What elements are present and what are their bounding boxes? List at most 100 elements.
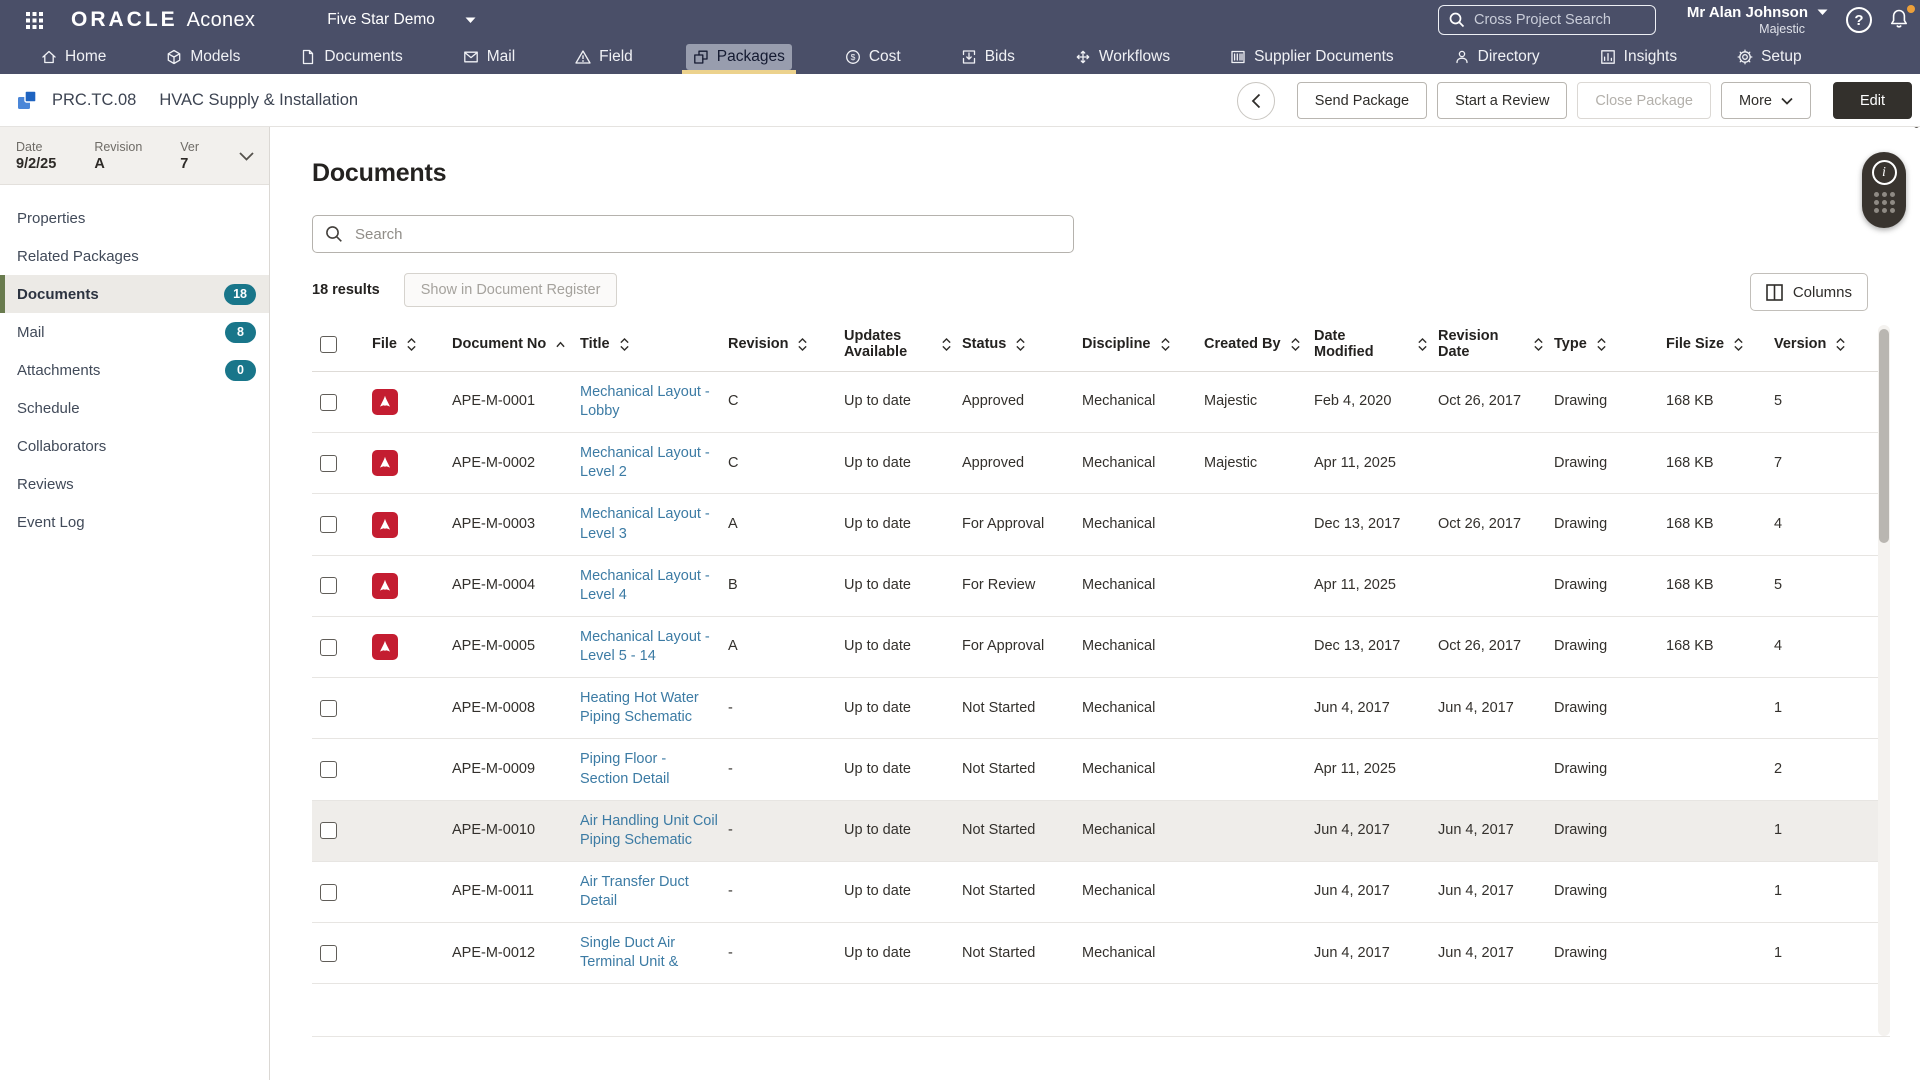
table-row[interactable]: APE-M-0012Single Duct Air Terminal Unit … (312, 923, 1878, 984)
table-row[interactable]: APE-M-0011Air Transfer Duct Detail-Up to… (312, 861, 1878, 922)
nav-item-field[interactable]: Field (568, 40, 640, 74)
sidebar-item-event-log[interactable]: Event Log (0, 503, 269, 541)
pdf-file-icon[interactable] (372, 634, 398, 660)
sort-icon[interactable] (406, 337, 417, 352)
project-selector[interactable]: Five Star Demo (327, 11, 476, 29)
close-package-button[interactable]: Close Package (1577, 82, 1711, 119)
meta-expand-chevron-icon[interactable] (239, 148, 254, 166)
sort-icon[interactable] (941, 337, 952, 352)
table-row[interactable]: APE-M-0009Piping Floor - Section Detail-… (312, 739, 1878, 800)
more-button[interactable]: More (1721, 82, 1811, 119)
sidebar-item-collaborators[interactable]: Collaborators (0, 427, 269, 465)
pdf-file-icon[interactable] (372, 512, 398, 538)
document-title-link[interactable]: Piping Floor - Section Detail (580, 751, 669, 786)
row-checkbox[interactable] (320, 884, 337, 901)
nav-item-workflows[interactable]: Workflows (1068, 40, 1177, 74)
table-row[interactable]: APE-M-0001Mechanical Layout - LobbyCUp t… (312, 371, 1878, 432)
table-row[interactable]: APE-M-0005Mechanical Layout - Level 5 - … (312, 616, 1878, 677)
info-icon[interactable]: i (1872, 160, 1897, 185)
sort-icon[interactable] (1835, 337, 1846, 352)
column-header-discipline: Discipline (1082, 325, 1204, 371)
row-checkbox[interactable] (320, 394, 337, 411)
cell-revision: - (728, 861, 844, 922)
nav-item-documents[interactable]: Documents (293, 40, 409, 74)
row-checkbox[interactable] (320, 822, 337, 839)
document-title-link[interactable]: Mechanical Layout - Lobby (580, 384, 710, 419)
nav-item-home[interactable]: Home (34, 40, 113, 74)
document-title-link[interactable]: Single Duct Air Terminal Unit & (580, 935, 678, 970)
cell-date-modified: Jun 4, 2017 (1314, 861, 1438, 922)
document-title-link[interactable]: Air Transfer Duct Detail (580, 874, 689, 909)
pdf-file-icon[interactable] (372, 389, 398, 415)
sort-icon[interactable] (1417, 337, 1428, 352)
start-review-button[interactable]: Start a Review (1437, 82, 1567, 119)
row-checkbox[interactable] (320, 639, 337, 656)
column-header-revision: Revision (728, 325, 844, 371)
sort-icon[interactable] (1160, 337, 1171, 352)
nav-item-supplier-documents[interactable]: Supplier Documents (1223, 40, 1401, 74)
drag-handle-dots[interactable] (1874, 192, 1895, 213)
nav-item-mail[interactable]: Mail (456, 40, 522, 74)
cell-created-by (1204, 800, 1314, 861)
row-checkbox[interactable] (320, 577, 337, 594)
nav-item-cost[interactable]: $Cost (838, 40, 908, 74)
row-checkbox[interactable] (320, 455, 337, 472)
user-menu[interactable]: Mr Alan Johnson Majestic (1668, 4, 1828, 36)
sort-icon[interactable] (1533, 337, 1544, 352)
column-header-select-all[interactable] (312, 325, 372, 371)
sort-icon[interactable] (797, 337, 808, 352)
sidebar-item-mail[interactable]: Mail8 (0, 313, 269, 351)
edit-button[interactable]: Edit (1833, 82, 1912, 119)
table-row[interactable]: APE-M-0003Mechanical Layout - Level 3AUp… (312, 494, 1878, 555)
table-row[interactable]: APE-M-0004Mechanical Layout - Level 4BUp… (312, 555, 1878, 616)
document-title-link[interactable]: Mechanical Layout - Level 3 (580, 506, 710, 541)
cross-project-search-input[interactable] (1474, 12, 1645, 28)
back-button[interactable] (1237, 82, 1275, 120)
sort-icon[interactable] (1015, 337, 1026, 352)
row-checkbox[interactable] (320, 945, 337, 962)
row-checkbox[interactable] (320, 516, 337, 533)
sidebar-item-attachments[interactable]: Attachments0 (0, 351, 269, 389)
table-scrollbar-thumb[interactable] (1879, 329, 1889, 543)
documents-table: FileDocument NoTitleRevisionUpdates Avai… (312, 325, 1878, 984)
table-row[interactable]: APE-M-0002Mechanical Layout - Level 2CUp… (312, 433, 1878, 494)
pdf-file-icon[interactable] (372, 573, 398, 599)
app-grid-icon[interactable] (26, 12, 43, 29)
sort-icon[interactable] (555, 340, 566, 349)
nav-item-packages[interactable]: Packages (686, 40, 792, 74)
nav-item-directory[interactable]: Directory (1447, 40, 1547, 74)
show-in-document-register-button[interactable]: Show in Document Register (404, 273, 618, 307)
sort-icon[interactable] (619, 337, 630, 352)
table-scrollbar[interactable] (1878, 325, 1890, 1036)
sidebar-item-related-packages[interactable]: Related Packages (0, 237, 269, 275)
document-title-link[interactable]: Mechanical Layout - Level 2 (580, 445, 710, 480)
table-row[interactable]: APE-M-0008Heating Hot Water Piping Schem… (312, 678, 1878, 739)
sort-icon[interactable] (1733, 337, 1744, 352)
sort-icon[interactable] (1596, 337, 1607, 352)
sidebar-item-reviews[interactable]: Reviews (0, 465, 269, 503)
cell-date-modified: Dec 13, 2017 (1314, 494, 1438, 555)
select-all-checkbox[interactable] (320, 336, 337, 353)
cell-file (372, 923, 452, 984)
document-title-link[interactable]: Air Handling Unit Coil Piping Schematic (580, 813, 718, 848)
search-input[interactable] (312, 215, 1074, 253)
sort-icon[interactable] (1290, 337, 1301, 352)
row-checkbox[interactable] (320, 700, 337, 717)
pdf-file-icon[interactable] (372, 450, 398, 476)
sidebar-item-schedule[interactable]: Schedule (0, 389, 269, 427)
sidebar-item-properties[interactable]: Properties (0, 199, 269, 237)
row-checkbox[interactable] (320, 761, 337, 778)
document-title-link[interactable]: Mechanical Layout - Level 4 (580, 568, 710, 603)
send-package-button[interactable]: Send Package (1297, 82, 1427, 119)
help-icon[interactable]: ? (1846, 7, 1872, 33)
nav-item-setup[interactable]: Setup (1730, 40, 1809, 74)
sidebar-item-documents[interactable]: Documents18 (0, 275, 269, 313)
nav-item-models[interactable]: Models (159, 40, 247, 74)
notifications-bell-icon[interactable] (1886, 7, 1912, 33)
document-title-link[interactable]: Mechanical Layout - Level 5 - 14 (580, 629, 710, 664)
document-title-link[interactable]: Heating Hot Water Piping Schematic (580, 690, 699, 725)
nav-item-bids[interactable]: Bids (954, 40, 1022, 74)
columns-button[interactable]: Columns (1750, 273, 1868, 311)
table-row[interactable]: APE-M-0010Air Handling Unit Coil Piping … (312, 800, 1878, 861)
nav-item-insights[interactable]: Insights (1593, 40, 1684, 74)
